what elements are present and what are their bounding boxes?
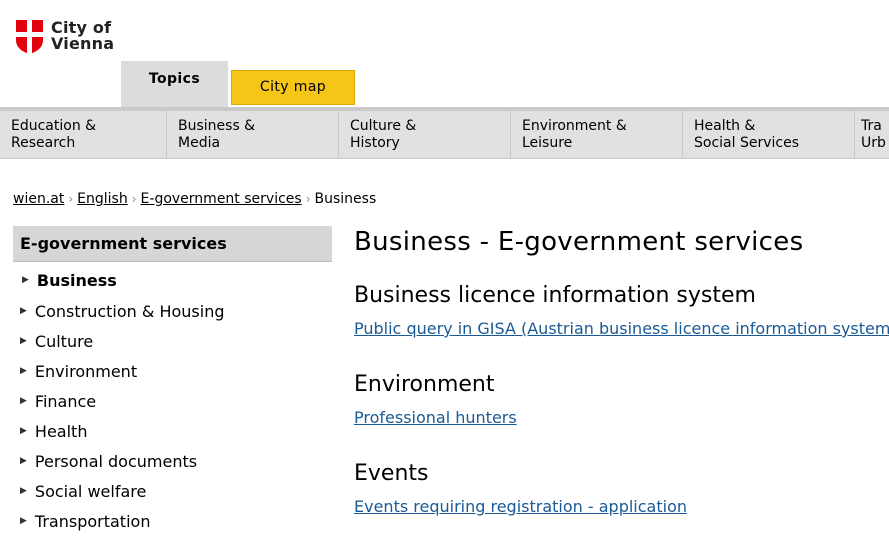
category-transport-urban[interactable]: Tra Urb <box>855 111 889 158</box>
sidebar-item-label: Personal documents <box>34 451 198 471</box>
sidebar-item-social-welfare[interactable]: ▶ Social welfare <box>13 476 332 506</box>
sidebar-item-construction-housing[interactable]: ▶ Construction & Housing <box>13 296 332 326</box>
sidebar-item-label: Social welfare <box>34 481 147 501</box>
breadcrumb-chevron-icon: › <box>131 192 137 206</box>
sidebar-item-label: Culture <box>34 331 94 351</box>
category-bar: Education & Research Business & Media Cu… <box>0 107 889 159</box>
link-gisa-public-query[interactable]: Public query in GISA (Austrian business … <box>354 319 889 338</box>
top-navigation: Topics City map <box>121 61 355 107</box>
tab-topics[interactable]: Topics <box>121 61 228 107</box>
triangle-bullet-icon: ▶ <box>20 336 27 346</box>
sidebar-heading[interactable]: E-government services <box>13 226 332 262</box>
section-heading-environment: Environment <box>354 372 495 397</box>
triangle-bullet-icon: ▶ <box>20 516 27 526</box>
category-health-social-services[interactable]: Health & Social Services <box>683 111 855 158</box>
triangle-bullet-icon: ▶ <box>20 366 27 376</box>
sidebar-item-business[interactable]: ▶ Business <box>13 264 332 296</box>
category-business-media[interactable]: Business & Media <box>167 111 339 158</box>
link-professional-hunters[interactable]: Professional hunters <box>354 408 889 427</box>
triangle-bullet-icon: ▶ <box>20 426 27 436</box>
breadcrumb: wien.at › English › E-government service… <box>13 191 376 207</box>
sidebar-item-label: Environment <box>34 361 138 381</box>
sidebar-item-label: Construction & Housing <box>34 301 225 321</box>
sidebar-item-personal-documents[interactable]: ▶ Personal documents <box>13 446 332 476</box>
sidebar-list: ▶ Business ▶ Construction & Housing ▶ Cultu… <box>13 264 332 536</box>
logo-line2: Vienna <box>51 34 115 53</box>
triangle-bullet-icon: ▶ <box>20 486 27 496</box>
breadcrumb-current: Business <box>314 191 377 207</box>
sidebar-item-label: Health <box>34 421 88 441</box>
sidebar-item-label: Finance <box>34 391 97 411</box>
category-environment-leisure[interactable]: Environment & Leisure <box>511 111 683 158</box>
triangle-bullet-icon: ▶ <box>22 275 29 285</box>
breadcrumb-home[interactable]: wien.at <box>13 191 64 207</box>
sidebar-item-culture[interactable]: ▶ Culture <box>13 326 332 356</box>
breadcrumb-chevron-icon: › <box>305 192 311 206</box>
page-title: Business - E-government services <box>354 227 804 257</box>
sidebar-item-label: Transportation <box>34 511 151 531</box>
category-education-research[interactable]: Education & Research <box>0 111 167 158</box>
sidebar-item-transportation[interactable]: ▶ Transportation <box>13 506 332 536</box>
triangle-bullet-icon: ▶ <box>20 396 27 406</box>
section-heading-licence: Business licence information system <box>354 283 756 308</box>
city-of-vienna-logo[interactable]: City of Vienna <box>16 20 114 54</box>
section-heading-events: Events <box>354 461 429 486</box>
sidebar-item-health[interactable]: ▶ Health <box>13 416 332 446</box>
breadcrumb-chevron-icon: › <box>68 192 74 206</box>
category-culture-history[interactable]: Culture & History <box>339 111 511 158</box>
sidebar: E-government services ▶ Business ▶ Constru… <box>13 226 332 536</box>
breadcrumb-egov[interactable]: E-government services <box>141 191 302 207</box>
link-events-registration[interactable]: Events requiring registration - applicat… <box>354 497 889 516</box>
sidebar-item-environment[interactable]: ▶ Environment <box>13 356 332 386</box>
triangle-bullet-icon: ▶ <box>20 456 27 466</box>
main-content: Business - E-government services Busines… <box>354 226 889 516</box>
logo-text: City of Vienna <box>51 20 114 52</box>
sidebar-item-finance[interactable]: ▶ Finance <box>13 386 332 416</box>
sidebar-item-label: Business <box>36 270 117 290</box>
tab-city-map[interactable]: City map <box>231 70 355 105</box>
triangle-bullet-icon: ▶ <box>20 306 27 316</box>
breadcrumb-english[interactable]: English <box>77 191 128 207</box>
vienna-shield-icon <box>16 20 43 54</box>
